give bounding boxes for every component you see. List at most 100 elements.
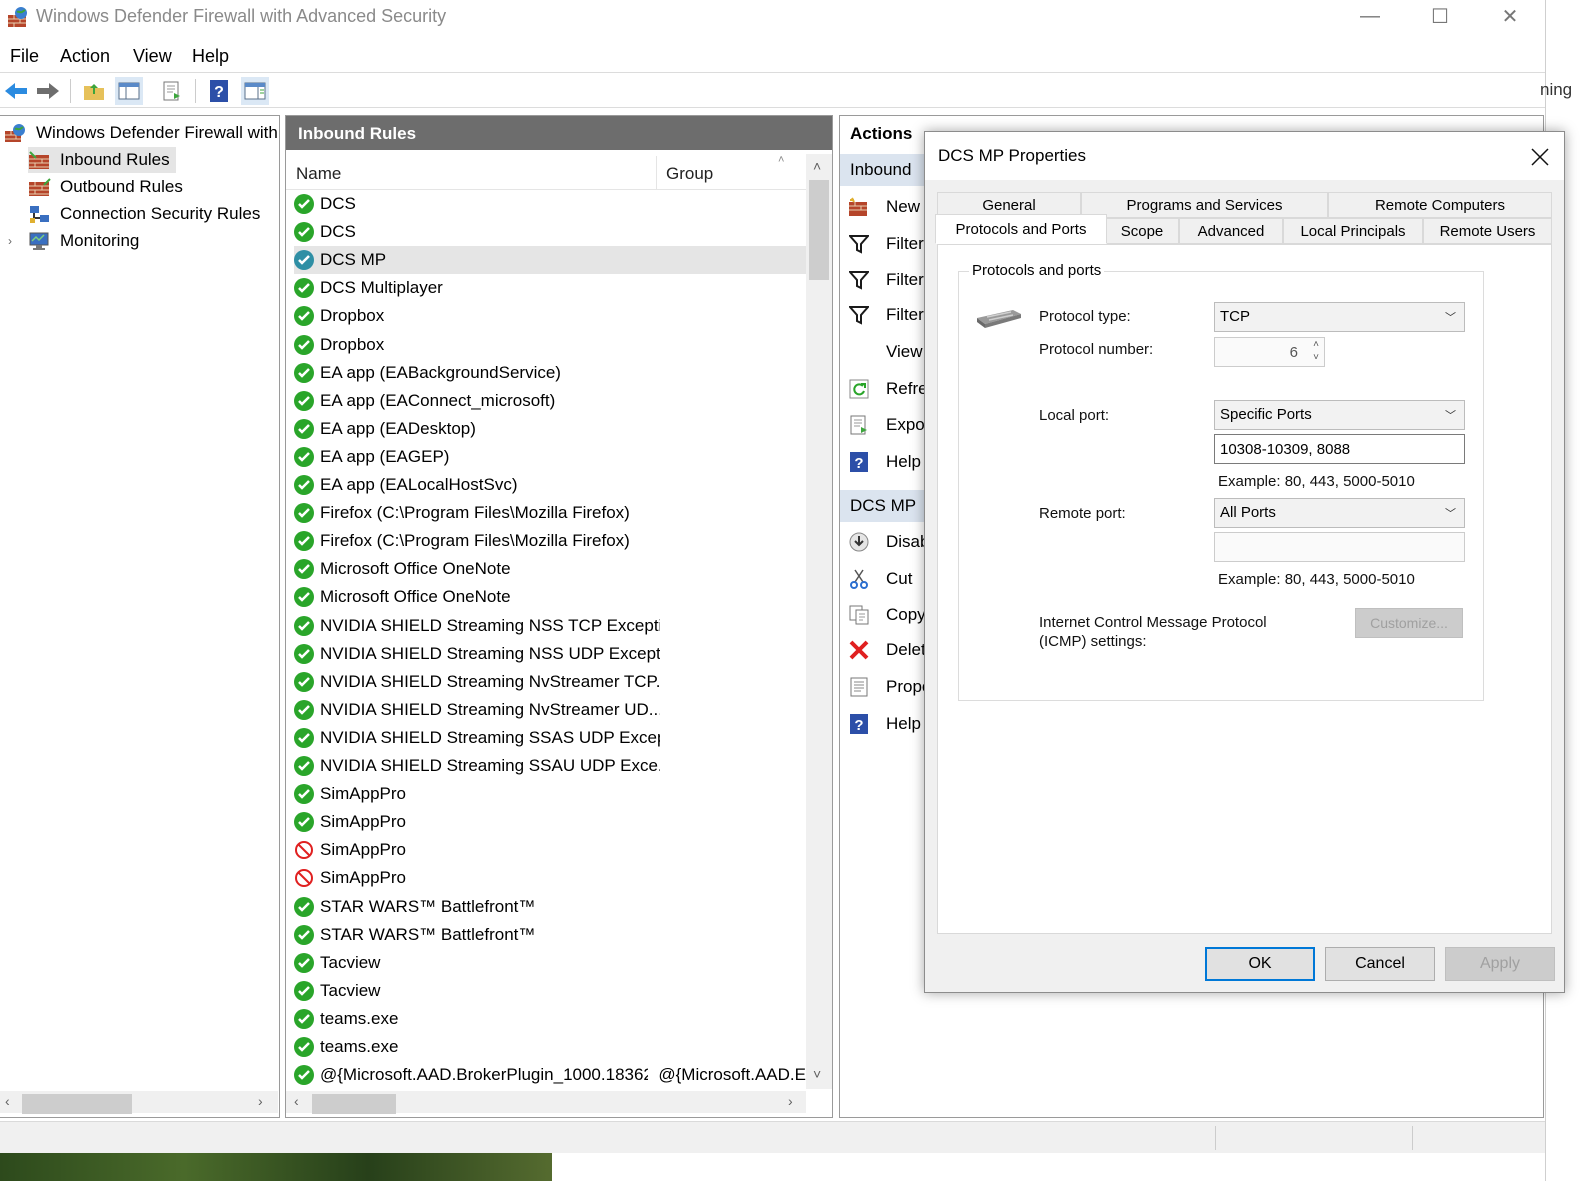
action-disable-rule[interactable]: Disab <box>846 527 929 557</box>
rules-horizontal-scrollbar[interactable]: ‹ › <box>286 1091 806 1114</box>
local-port-input[interactable]: 10308-10309, 8088 <box>1214 434 1465 464</box>
action-refresh[interactable]: Refre <box>846 374 928 404</box>
action-export-list[interactable]: Expo <box>846 410 925 440</box>
action-filter-profile[interactable]: Filter <box>846 229 924 259</box>
table-row[interactable]: EA app (EAConnect_microsoft) <box>294 387 806 415</box>
action-filter-group[interactable]: Filter <box>846 300 924 330</box>
up-folder-icon[interactable] <box>80 77 108 105</box>
protocol-number-field[interactable]: 6 ˄ ˅ <box>1214 337 1325 367</box>
tab-remote-computers[interactable]: Remote Computers <box>1328 192 1552 218</box>
menu-help[interactable]: Help <box>192 46 229 67</box>
maximize-button[interactable]: ☐ <box>1405 0 1475 32</box>
remote-port-input[interactable] <box>1214 532 1465 562</box>
action-cut[interactable]: Cut <box>846 564 912 594</box>
table-row[interactable]: Microsoft Office OneNote <box>294 583 806 611</box>
action-copy[interactable]: Copy <box>846 600 926 630</box>
table-row[interactable]: @{Microsoft.AAD.BrokerPlugin_1000.18362.… <box>294 1061 806 1089</box>
action-help[interactable]: ? Help <box>846 447 921 477</box>
table-row[interactable]: Microsoft Office OneNote <box>294 555 806 583</box>
menu-action[interactable]: Action <box>60 46 110 67</box>
action-delete[interactable]: Delet <box>846 635 926 665</box>
table-row[interactable]: SimAppPro <box>294 864 806 892</box>
scroll-right-icon[interactable]: › <box>258 1093 263 1109</box>
apply-button[interactable]: Apply <box>1445 947 1555 981</box>
table-row[interactable]: DCS <box>294 190 806 218</box>
table-row[interactable]: teams.exe <box>294 1005 806 1033</box>
scroll-thumb[interactable] <box>312 1094 396 1114</box>
table-row[interactable]: DCS <box>294 218 806 246</box>
scroll-up-icon[interactable]: ˄ <box>813 158 821 174</box>
tree-item-monitoring[interactable]: Monitoring <box>28 228 139 254</box>
remote-port-dropdown[interactable]: All Ports ﹀ <box>1214 498 1465 528</box>
tab-scope[interactable]: Scope <box>1105 218 1179 244</box>
action-properties[interactable]: Prope <box>846 672 931 702</box>
table-row[interactable]: DCS MP <box>294 246 806 275</box>
protocol-type-dropdown[interactable]: TCP ﹀ <box>1214 302 1465 332</box>
table-row[interactable]: Dropbox <box>294 302 806 330</box>
table-row[interactable]: NVIDIA SHIELD Streaming NvStreamer TCP..… <box>294 668 806 696</box>
menu-view[interactable]: View <box>133 46 172 67</box>
ok-button[interactable]: OK <box>1205 947 1315 981</box>
table-row[interactable]: teams.exe <box>294 1033 806 1061</box>
menu-file[interactable]: File <box>10 46 39 67</box>
table-row[interactable]: EA app (EADesktop) <box>294 415 806 443</box>
show-hide-tree-icon[interactable] <box>115 77 143 105</box>
table-row[interactable]: STAR WARS™ Battlefront™ <box>294 893 806 921</box>
table-row[interactable]: EA app (EAGEP) <box>294 443 806 471</box>
forward-arrow-icon[interactable] <box>34 77 62 105</box>
export-list-icon[interactable] <box>158 77 186 105</box>
table-row[interactable]: Firefox (C:\Program Files\Mozilla Firefo… <box>294 499 806 527</box>
action-help-selected[interactable]: ? Help <box>846 709 921 739</box>
table-row[interactable]: Tacview <box>294 977 806 1005</box>
scroll-right-icon[interactable]: › <box>788 1093 793 1109</box>
tree-item-outbound-rules[interactable]: Outbound Rules <box>28 174 183 200</box>
tree-root[interactable]: Windows Defender Firewall with <box>4 120 278 146</box>
spinner-arrows-icon[interactable]: ˄ ˅ <box>1313 338 1319 364</box>
table-row[interactable]: EA app (EALocalHostSvc) <box>294 471 806 499</box>
table-row[interactable]: NVIDIA SHIELD Streaming NSS UDP Except..… <box>294 640 806 668</box>
table-row[interactable]: SimAppPro <box>294 780 806 808</box>
tab-protocols-and-ports[interactable]: Protocols and Ports <box>935 214 1107 244</box>
scroll-thumb[interactable] <box>22 1094 132 1114</box>
local-port-dropdown[interactable]: Specific Ports ﹀ <box>1214 400 1465 430</box>
table-row[interactable]: SimAppPro <box>294 808 806 836</box>
rules-vertical-scrollbar[interactable]: ˄ ˅ <box>806 154 832 1089</box>
tree-item-inbound-rules[interactable]: Inbound Rules <box>28 147 176 173</box>
minimize-button[interactable]: — <box>1335 0 1405 32</box>
tab-advanced[interactable]: Advanced <box>1179 218 1283 244</box>
column-group-header[interactable]: Group <box>666 164 713 184</box>
table-row[interactable]: Firefox (C:\Program Files\Mozilla Firefo… <box>294 527 806 555</box>
tab-local-principals[interactable]: Local Principals <box>1283 218 1423 244</box>
action-new-rule[interactable]: New <box>846 192 920 222</box>
table-row[interactable]: Tacview <box>294 949 806 977</box>
back-arrow-icon[interactable] <box>2 77 30 105</box>
dialog-close-icon[interactable] <box>1523 140 1557 174</box>
cancel-button[interactable]: Cancel <box>1325 947 1435 981</box>
tree-item-connection-security-rules[interactable]: Connection Security Rules <box>28 201 260 227</box>
tree-horizontal-scrollbar[interactable]: ‹ › <box>0 1091 278 1114</box>
table-row[interactable]: NVIDIA SHIELD Streaming SSAU UDP Exce... <box>294 752 806 780</box>
table-row[interactable]: NVIDIA SHIELD Streaming SSAS UDP Excep..… <box>294 724 806 752</box>
table-row[interactable]: EA app (EABackgroundService) <box>294 359 806 387</box>
table-row[interactable]: NVIDIA SHIELD Streaming NSS TCP Excepti.… <box>294 612 806 640</box>
close-button[interactable]: ✕ <box>1475 0 1545 32</box>
scroll-left-icon[interactable]: ‹ <box>5 1093 10 1109</box>
column-name-header[interactable]: Name <box>296 164 341 184</box>
action-view[interactable]: View <box>846 337 923 367</box>
table-row[interactable]: DCS Multiplayer <box>294 274 806 302</box>
help-icon[interactable]: ? <box>205 77 233 105</box>
expand-chevron-icon[interactable]: › <box>8 234 12 248</box>
tab-programs-and-services[interactable]: Programs and Services <box>1081 192 1328 218</box>
table-row[interactable]: SimAppPro <box>294 836 806 864</box>
customize-button[interactable]: Customize... <box>1355 608 1463 638</box>
scroll-thumb[interactable] <box>809 180 829 280</box>
action-filter-state[interactable]: Filter <box>846 265 924 295</box>
table-row[interactable]: NVIDIA SHIELD Streaming NvStreamer UD... <box>294 696 806 724</box>
column-divider[interactable] <box>656 156 657 190</box>
show-action-pane-icon[interactable] <box>241 77 269 105</box>
scroll-left-icon[interactable]: ‹ <box>294 1093 299 1109</box>
tab-remote-users[interactable]: Remote Users <box>1423 218 1552 244</box>
table-row[interactable]: Dropbox <box>294 331 806 359</box>
scroll-down-icon[interactable]: ˅ <box>813 1066 821 1082</box>
table-row[interactable]: STAR WARS™ Battlefront™ <box>294 921 806 949</box>
